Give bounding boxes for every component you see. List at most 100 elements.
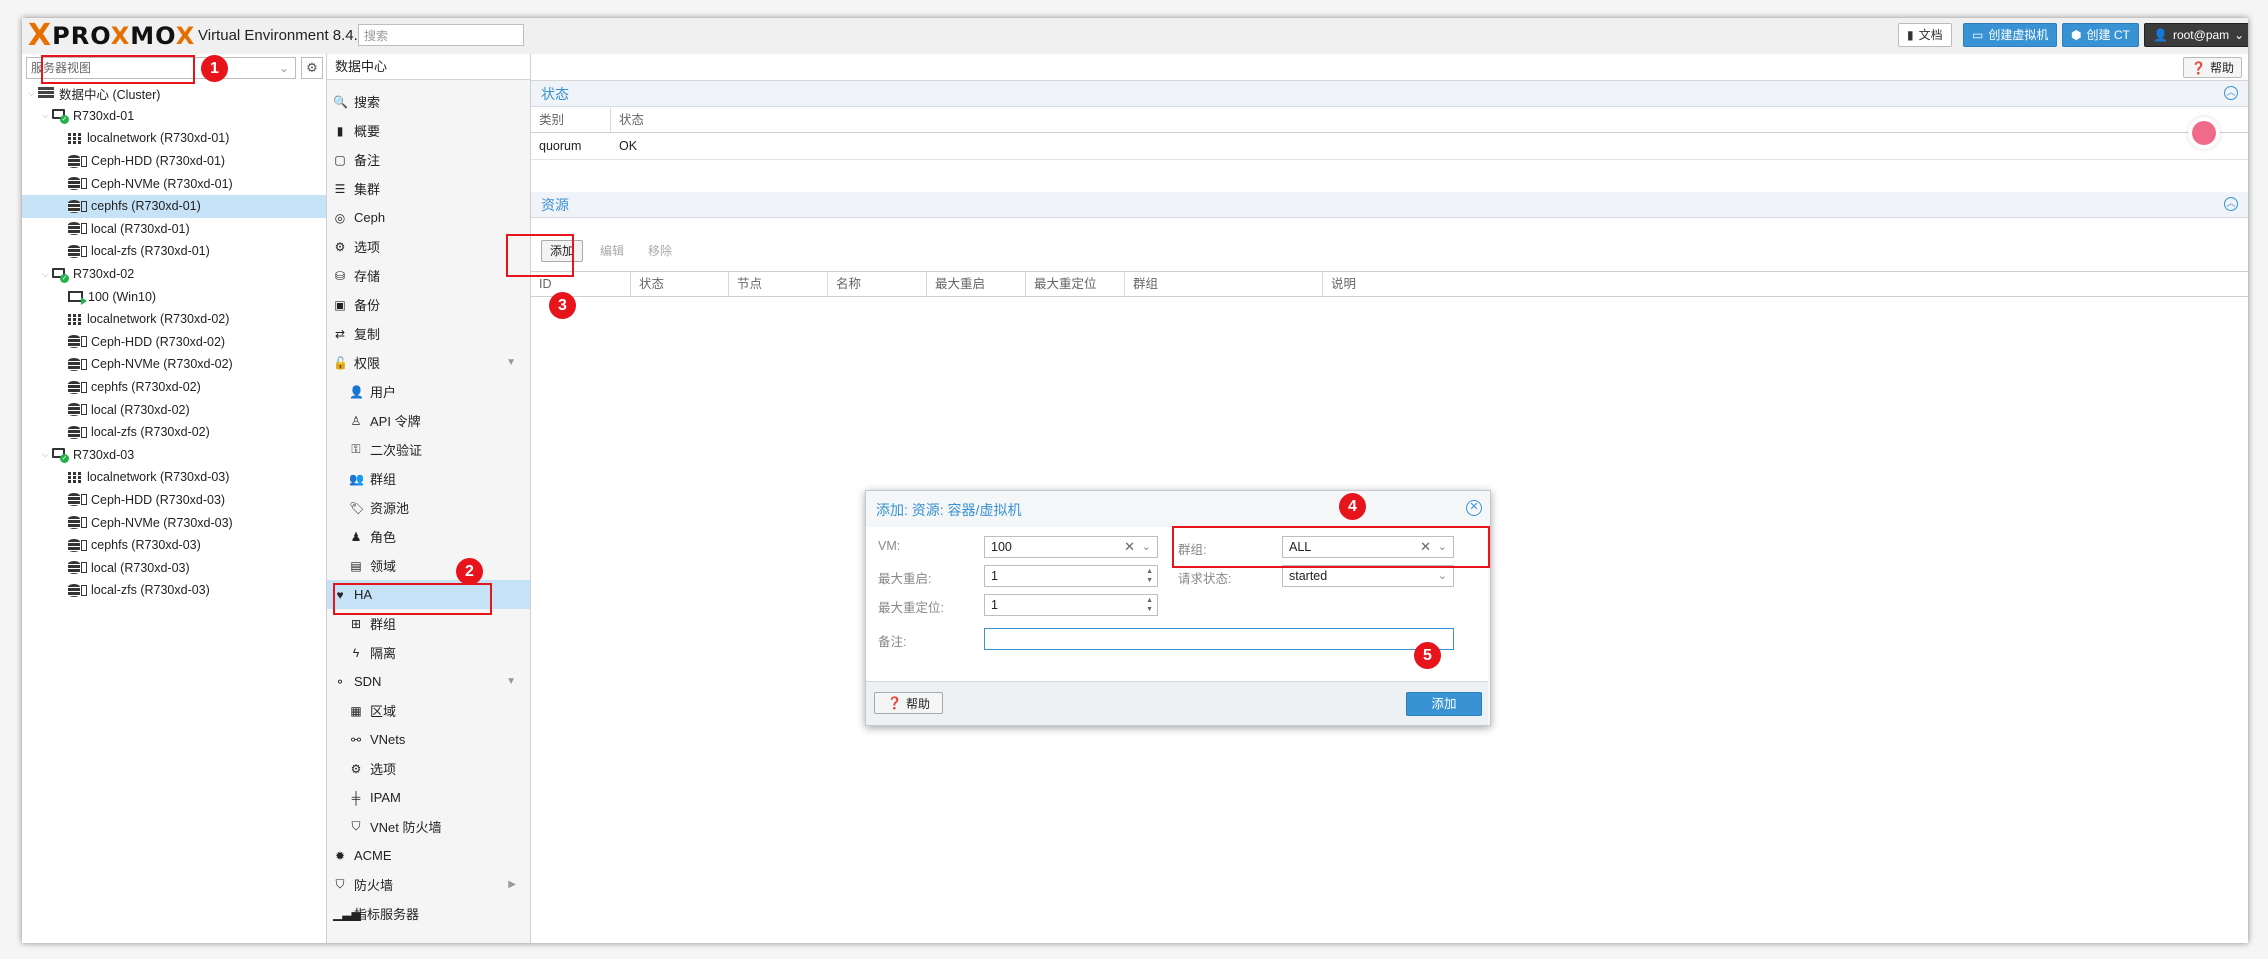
menu-item[interactable]: ⚯ VNets (327, 725, 530, 754)
expander-icon[interactable]: ⌵ (42, 110, 52, 121)
tree-item-storage[interactable]: cephfs (R730xd-02) (22, 376, 326, 399)
tree-item-storage[interactable]: Ceph-HDD (R730xd-01) (22, 150, 326, 173)
tree-item-network[interactable]: localnetwork (R730xd-03) (22, 466, 326, 489)
chevron-down-icon[interactable]: ⌄ (1142, 537, 1151, 557)
chevron-down-icon[interactable]: ▼ (506, 676, 516, 687)
column-header[interactable]: 类别 (531, 108, 611, 132)
menu-item[interactable]: ♙ API 令牌 (327, 406, 530, 435)
tree-item-vm[interactable]: 100 (Win10) (22, 285, 326, 308)
spinner-arrows-icon[interactable]: ▲ ▼ (1146, 567, 1153, 585)
tree-item-node[interactable]: ⌵ ✓ R730xd-03 (22, 444, 326, 467)
menu-item[interactable]: ⇄ 复制 (327, 319, 530, 348)
menu-item[interactable]: ☰ 集群 (327, 174, 530, 203)
proxmox-logo[interactable]: X PROXMOX (28, 21, 195, 51)
menu-item[interactable]: ϟ 隔离 (327, 638, 530, 667)
tree-item-storage[interactable]: local-zfs (R730xd-01) (22, 240, 326, 263)
tree-item-storage[interactable]: local (R730xd-02) (22, 398, 326, 421)
vm-combobox[interactable]: 100 ✕ ⌄ (984, 536, 1158, 558)
menu-item[interactable]: ✹ ACME (327, 841, 530, 870)
table-row[interactable]: quorum OK (531, 133, 2248, 160)
menu-item[interactable]: ▮ 概要 (327, 116, 530, 145)
menu-item[interactable]: ⛁ 存储 (327, 261, 530, 290)
create-ct-button[interactable]: ⬢ 创建 CT (2062, 23, 2139, 47)
extension-badge[interactable] (2188, 117, 2220, 149)
menu-item[interactable]: ▤ 领域 (327, 551, 530, 580)
column-header[interactable]: 最大重定位 (1026, 272, 1125, 296)
tree-item-storage[interactable]: local-zfs (R730xd-02) (22, 421, 326, 444)
menu-item[interactable]: ▣ 备份 (327, 290, 530, 319)
edit-resource-button[interactable]: 编辑 (591, 240, 633, 262)
max-relocate-spinner[interactable]: 1 ▲ ▼ (984, 594, 1158, 616)
menu-item[interactable]: ⚙ 选项 (327, 232, 530, 261)
column-header[interactable]: 最大重启 (927, 272, 1026, 296)
dialog-add-button[interactable]: 添加 (1406, 692, 1482, 716)
menu-item[interactable]: ⊞ 群组 (327, 609, 530, 638)
tree-item-storage[interactable]: Ceph-HDD (R730xd-03) (22, 489, 326, 512)
tree-item-datacenter[interactable]: ⌵ 数据中心 (Cluster) (22, 82, 326, 105)
tree-item-storage[interactable]: local (R730xd-03) (22, 556, 326, 579)
gear-icon[interactable]: ⚙ (301, 57, 323, 79)
clear-icon[interactable]: ✕ (1420, 537, 1431, 557)
comment-input[interactable] (984, 628, 1454, 650)
collapse-icon[interactable]: ︿ (2224, 197, 2238, 211)
menu-item[interactable]: ♥ HA (327, 580, 530, 609)
menu-item[interactable]: ⛉ VNet 防火墙 (327, 812, 530, 841)
request-state-select[interactable]: started ⌄ (1282, 565, 1454, 587)
menu-item[interactable]: 👤 用户 (327, 377, 530, 406)
menu-item[interactable]: ╪ IPAM (327, 783, 530, 812)
tree-item-storage[interactable]: Ceph-NVMe (R730xd-02) (22, 353, 326, 376)
menu-item[interactable]: ▢ 备注 (327, 145, 530, 174)
menu-item[interactable]: 🏷 资源池 (327, 493, 530, 522)
tree-item-storage[interactable]: cephfs (R730xd-01) (22, 194, 326, 218)
tree-item-storage[interactable]: Ceph-NVMe (R730xd-03) (22, 511, 326, 534)
chevron-down-icon[interactable]: ⌄ (1438, 566, 1447, 586)
help-button[interactable]: ❓ 帮助 (2183, 57, 2242, 78)
menu-item[interactable]: 👥 群组 (327, 464, 530, 493)
menu-item[interactable]: ⚿ 二次验证 (327, 435, 530, 464)
tree-item-network[interactable]: localnetwork (R730xd-01) (22, 127, 326, 150)
menu-item[interactable]: ⚙ 选项 (327, 754, 530, 783)
tree-item-network[interactable]: localnetwork (R730xd-02) (22, 308, 326, 331)
menu-item[interactable]: ◎ Ceph (327, 203, 530, 232)
column-header[interactable]: ID (531, 272, 631, 296)
column-header[interactable]: 状态 (631, 272, 729, 296)
tree-item-node[interactable]: ⌵ ✓ R730xd-02 (22, 263, 326, 286)
chevron-down-icon[interactable]: ⌄ (1438, 537, 1447, 557)
menu-item[interactable]: 🔍 搜索 (327, 87, 530, 116)
spinner-arrows-icon[interactable]: ▲ ▼ (1146, 596, 1153, 614)
tree-item-storage[interactable]: Ceph-NVMe (R730xd-01) (22, 172, 326, 195)
clear-icon[interactable]: ✕ (1124, 537, 1135, 557)
menu-item[interactable]: ▁▃▅ 指标服务器 (327, 899, 530, 928)
create-vm-button[interactable]: ▭ 创建虚拟机 (1963, 23, 2058, 47)
tree-item-storage[interactable]: cephfs (R730xd-03) (22, 534, 326, 557)
dialog-help-button[interactable]: ❓ 帮助 (874, 692, 943, 714)
docs-button[interactable]: ▮ 文档 (1898, 23, 1952, 47)
expander-icon[interactable]: ⌵ (42, 449, 52, 460)
expander-icon[interactable]: ⌵ (42, 269, 52, 280)
expander-icon[interactable]: ⌵ (28, 88, 38, 99)
column-header[interactable]: 群组 (1125, 272, 1323, 296)
column-header[interactable]: 说明 (1323, 272, 2248, 296)
tree-item-storage[interactable]: local (R730xd-01) (22, 218, 326, 241)
tree-item-storage[interactable]: Ceph-HDD (R730xd-02) (22, 331, 326, 354)
menu-item[interactable]: ▦ 区域 (327, 696, 530, 725)
group-combobox[interactable]: ALL ✕ ⌄ (1282, 536, 1454, 558)
chevron-down-icon[interactable]: ▼ (506, 357, 516, 368)
menu-item[interactable]: ♟ 角色 (327, 522, 530, 551)
user-menu-button[interactable]: 👤 root@pam ⌄ (2144, 23, 2248, 47)
add-resource-button[interactable]: 添加 (541, 240, 584, 262)
tree-item-node[interactable]: ⌵ ✓ R730xd-01 (22, 105, 326, 128)
remove-resource-button[interactable]: 移除 (639, 240, 681, 262)
close-icon[interactable]: ✕ (1466, 500, 1482, 516)
menu-item[interactable]: ⛉ 防火墙 ▶ (327, 870, 530, 899)
column-header[interactable]: 名称 (828, 272, 927, 296)
max-restart-spinner[interactable]: 1 ▲ ▼ (984, 565, 1158, 587)
tree-item-storage[interactable]: local-zfs (R730xd-03) (22, 579, 326, 602)
collapse-icon[interactable]: ︿ (2224, 86, 2238, 100)
column-header[interactable]: 节点 (729, 272, 828, 296)
view-selector[interactable]: 服务器视图 ⌄ (26, 57, 296, 79)
column-header[interactable]: 状态 (611, 108, 2248, 132)
chevron-right-icon[interactable]: ▶ (508, 879, 516, 890)
menu-item[interactable]: 🔓 权限 ▼ (327, 348, 530, 377)
global-search-input[interactable]: 搜索 (358, 24, 524, 46)
